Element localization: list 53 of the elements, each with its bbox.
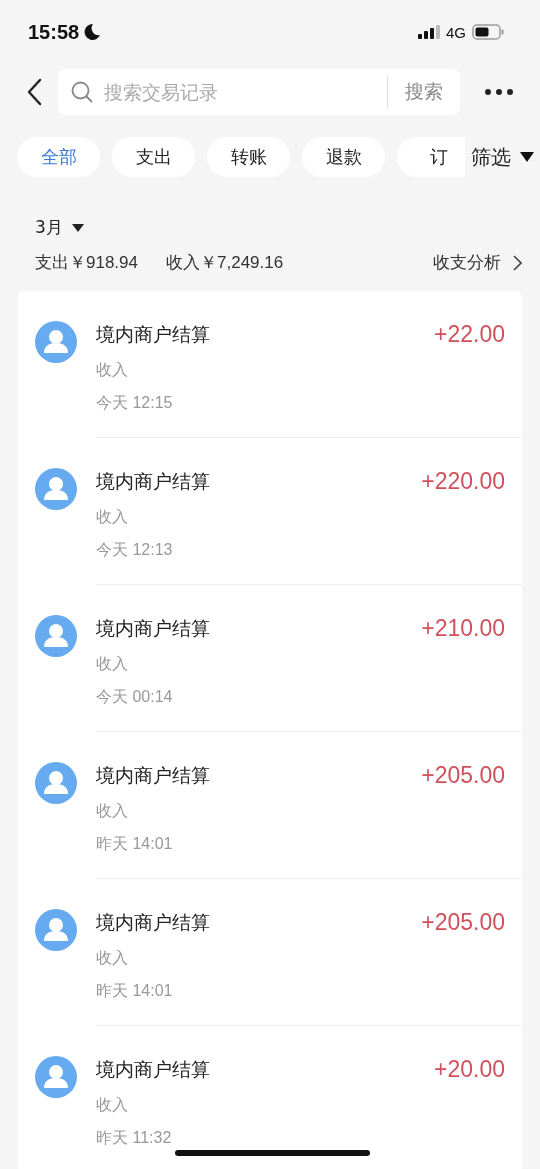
transaction-time: 昨天 14:01: [96, 834, 174, 854]
signal-icon: [418, 25, 440, 39]
month-selector[interactable]: 3月: [35, 216, 85, 239]
transaction-amount: +20.00: [434, 1056, 505, 1083]
avatar-icon: [35, 762, 77, 804]
filter-tab[interactable]: 支出: [112, 137, 195, 177]
transaction-title: 境内商户结算: [96, 762, 210, 788]
status-time: 15:58: [28, 20, 80, 44]
transaction-amount: +205.00: [421, 762, 505, 789]
transaction-time: 昨天 14:01: [96, 981, 174, 1001]
filter-tab[interactable]: 退款: [302, 137, 385, 177]
caret-icon: [70, 222, 85, 233]
transaction-amount: +210.00: [421, 615, 505, 642]
filter-tab[interactable]: 转账: [207, 137, 290, 177]
avatar-icon: [35, 1056, 77, 1098]
caret-icon: [519, 151, 535, 163]
income-total: 收入￥7,249.16: [166, 252, 284, 274]
moon-icon: [83, 23, 102, 41]
transaction-type: 收入: [96, 948, 129, 969]
filter-menu[interactable]: 筛选: [471, 143, 535, 171]
search-field[interactable]: 搜索交易记录 搜索: [58, 69, 460, 115]
transaction-type: 收入: [96, 507, 129, 528]
transaction-title: 境内商户结算: [96, 1056, 210, 1082]
transaction-type: 收入: [96, 1095, 129, 1116]
transaction-time: 昨天 11:32: [96, 1128, 173, 1148]
network-label: 4G: [446, 23, 466, 41]
transaction-title: 境内商户结算: [96, 615, 210, 641]
avatar-icon: [35, 909, 77, 951]
expense-total: 支出￥918.94: [35, 252, 138, 274]
transaction-type: 收入: [96, 654, 129, 675]
transaction-type: 收入: [96, 801, 129, 822]
search-button[interactable]: 搜索: [387, 75, 460, 109]
avatar-icon: [35, 615, 77, 657]
filter-tab[interactable]: 订: [397, 137, 465, 177]
battery-icon: [472, 24, 504, 40]
transaction-title: 境内商户结算: [96, 321, 210, 347]
transaction-title: 境内商户结算: [96, 909, 210, 935]
transaction-amount: +22.00: [434, 321, 505, 348]
chevron-icon: [513, 254, 522, 271]
back-icon[interactable]: [26, 78, 42, 106]
transaction-time: 今天 12:13: [96, 540, 174, 560]
avatar-icon: [35, 321, 77, 363]
transaction-title: 境内商户结算: [96, 468, 210, 494]
avatar-icon: [35, 468, 77, 510]
transaction-time: 今天 12:15: [96, 393, 174, 413]
transaction-type: 收入: [96, 360, 129, 381]
transaction-amount: +220.00: [421, 468, 505, 495]
transaction-amount: +205.00: [421, 909, 505, 936]
search-icon: [70, 80, 94, 104]
more-icon[interactable]: [484, 88, 514, 96]
filter-tab[interactable]: 全部: [17, 137, 100, 177]
analysis-link[interactable]: 收支分析: [433, 251, 522, 274]
transaction-time: 今天 00:14: [96, 687, 174, 707]
